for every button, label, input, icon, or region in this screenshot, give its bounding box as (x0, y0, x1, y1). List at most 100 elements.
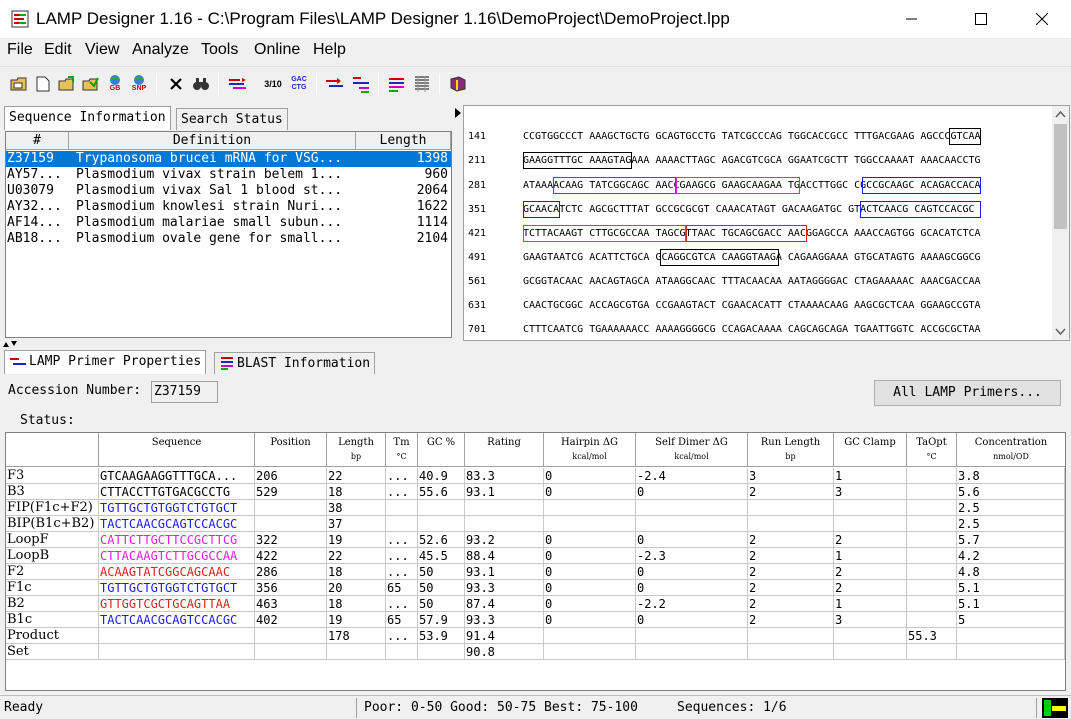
menu-tools[interactable]: Tools (201, 41, 238, 59)
ratio-button[interactable]: 3/10 (262, 73, 284, 95)
primer-box-f1c (862, 177, 981, 194)
column-header-run-length[interactable]: Run Length bp (748, 433, 834, 467)
row-length: 1398 (416, 151, 448, 166)
menu-online[interactable]: Online (254, 41, 300, 59)
open-button[interactable] (56, 73, 78, 95)
row-length: 2064 (416, 183, 448, 198)
column-header-length[interactable]: Length (356, 132, 451, 150)
cell-seq: TGTTGCTGTGGTCTGTGCT (99, 580, 255, 596)
header-text: Rating (487, 437, 521, 448)
table-row[interactable]: LoopB CTTACAAGTCTTGCGCCAA 422 22... 45.5 88.4… (6, 548, 1065, 564)
cell-ta (907, 644, 957, 660)
cell-hairpin (544, 644, 636, 660)
primer-button[interactable] (324, 73, 346, 95)
column-header-definition[interactable]: Definition (69, 132, 356, 150)
column-header-hairpin[interactable]: Hairpin ΔG kcal/mol (544, 433, 636, 467)
column-header-rating[interactable]: Rating (465, 433, 544, 467)
new-file-icon (36, 76, 50, 92)
scroll-thumb[interactable] (1054, 124, 1067, 229)
snp-button[interactable]: SNP (128, 73, 150, 95)
column-header-taopt[interactable]: TaOpt °C (907, 433, 957, 467)
column-header-gc-clamp[interactable]: GC Clamp (834, 433, 907, 467)
accession-field[interactable]: Z37159 (151, 381, 218, 403)
close-button[interactable] (1019, 0, 1065, 38)
gac-ctg-button[interactable]: GAC CTG (288, 73, 310, 95)
cell-tm: 65 (386, 580, 418, 596)
save-button[interactable] (80, 73, 102, 95)
horizontal-splitter[interactable] (0, 341, 1071, 347)
primer-map-icon (353, 77, 369, 93)
sequence-viewer[interactable]: 141 CCGTGGCCCT AAAGCTGCTG GCAGTGCCTG TATC… (463, 105, 1070, 341)
column-header-tm[interactable]: Tm °C (386, 433, 418, 467)
splitter[interactable] (455, 106, 461, 340)
header-text: GC Clamp (844, 437, 896, 448)
find-button[interactable] (190, 73, 212, 95)
align-button[interactable] (227, 73, 249, 95)
line-number: 141 (468, 131, 487, 142)
primer-map-button[interactable] (350, 73, 372, 95)
column-header-gc[interactable]: GC % (418, 433, 465, 467)
table-row[interactable]: AY32... Plasmodium knowlesi strain Nuri.… (6, 199, 451, 215)
menu-view[interactable]: View (85, 41, 119, 59)
table-row[interactable]: B3 CTTACCTTGTGACGCCTG 529 18... 55.6 93.1 0 0 2 3… (6, 484, 1065, 500)
table-row[interactable]: B1c TACTCAACGCAGTCCACGC 402 19 65 57.9 93.3 0 0 2… (6, 612, 1065, 628)
table-row[interactable]: Set 90.8 (6, 644, 1065, 660)
table-row[interactable]: AB18... Plasmodium ovale gene for small.… (6, 231, 451, 247)
scroll-up-icon[interactable] (1052, 106, 1069, 123)
sequence-scrollbar[interactable] (1052, 106, 1069, 340)
column-header-length[interactable]: Length bp (327, 433, 386, 467)
delete-button[interactable] (165, 73, 187, 95)
menu-analyze[interactable]: Analyze (132, 41, 189, 59)
cell-dimer (636, 628, 748, 644)
blast-button[interactable] (411, 73, 433, 95)
cell-tm (386, 500, 418, 516)
tab-lamp-primer-properties[interactable]: LAMP Primer Properties (4, 350, 207, 374)
table-row[interactable]: F3 GTCAAGAAGGTTTGCA... 206 22... 40.9 83.3 0 -2… (6, 468, 1065, 484)
tab-search-status[interactable]: Search Status (176, 108, 288, 130)
table-row[interactable]: B2 GTTGGTCGCTGCAGTTAA 463 18... 50 87.4 0 -2.2 2… (6, 596, 1065, 612)
cell-dimer: -2.4 (636, 468, 748, 484)
report-button[interactable] (386, 73, 408, 95)
minimize-button[interactable] (889, 0, 935, 38)
cell-gc: 53.9 (418, 628, 465, 644)
accession-label: Accession Number: (8, 383, 142, 398)
table-row[interactable]: LoopF CATTCTTGCTTCCGCTTCG 322 19... 52.6 93.2… (6, 532, 1065, 548)
maximize-button[interactable] (958, 0, 1004, 38)
menu-help[interactable]: Help (313, 41, 346, 59)
primer-box-f3 (949, 128, 981, 145)
column-header-self-dimer[interactable]: Self Dimer ΔG kcal/mol (636, 433, 748, 467)
cell-len: 38 (327, 500, 386, 516)
book-icon (450, 76, 466, 92)
line-sequence: CCGTGGCCCT AAAGCTGCTG GCAGTGCCTG TATCGCC… (523, 131, 981, 142)
menu-file[interactable]: File (7, 41, 33, 59)
column-header-position[interactable]: Position (255, 433, 327, 467)
cell-hairpin: 0 (544, 564, 636, 580)
cell-conc: 2.5 (957, 516, 1065, 532)
table-row[interactable]: F1c TGTTGCTGTGGTCTGTGCT 356 20 65 50 93.3 0 0 2 2 5… (6, 580, 1065, 596)
table-row[interactable]: FIP(F1c+F2) TGTTGCTGTGGTCTGTGCT 38 2.5 (6, 500, 1065, 516)
table-row[interactable]: AY57... Plasmodium vivax strain belem 1.… (6, 167, 451, 183)
column-header-concentration[interactable]: Concentration nmol/OD (957, 433, 1065, 467)
table-row[interactable]: Product 178... 53.9 91.4 55.3 (6, 628, 1065, 644)
rating-indicator-icon (1042, 698, 1068, 718)
table-row[interactable]: BIP(B1c+B2) TACTCAACGCAGTCCACGC 37 2.5 (6, 516, 1065, 532)
table-row[interactable]: Z37159 Trypanosoma brucei mRNA for VSG..… (6, 151, 451, 167)
table-row[interactable]: AF14... Plasmodium malariae small subun.… (6, 215, 451, 231)
row-definition: Plasmodium ovale gene for small... (76, 231, 343, 246)
scroll-down-icon[interactable] (1052, 323, 1069, 340)
genbank-button[interactable]: GB (104, 73, 126, 95)
table-row[interactable]: F2 ACAAGTATCGGCAGCAAC 286 18... 50 93.1 0 0 2 2 4.… (6, 564, 1065, 580)
tab-sequence-information[interactable]: Sequence Information (4, 106, 171, 130)
cell-gc (418, 500, 465, 516)
new-file-button[interactable] (32, 73, 54, 95)
help-book-button[interactable] (447, 73, 469, 95)
all-lamp-primers-button[interactable]: All LAMP Primers... (874, 380, 1061, 406)
status-sequences: Sequences: 1/6 (677, 700, 787, 715)
open-folder-button[interactable] (8, 73, 30, 95)
menu-edit[interactable]: Edit (44, 41, 72, 59)
column-header-number[interactable]: # (6, 132, 69, 150)
tab-blast-information[interactable]: BLAST Information (214, 352, 376, 374)
table-row[interactable]: U03079 Plasmodium vivax Sal 1 blood st..… (6, 183, 451, 199)
column-header-sequence[interactable]: Sequence (99, 433, 255, 467)
cell-pos: 529 (255, 484, 327, 500)
